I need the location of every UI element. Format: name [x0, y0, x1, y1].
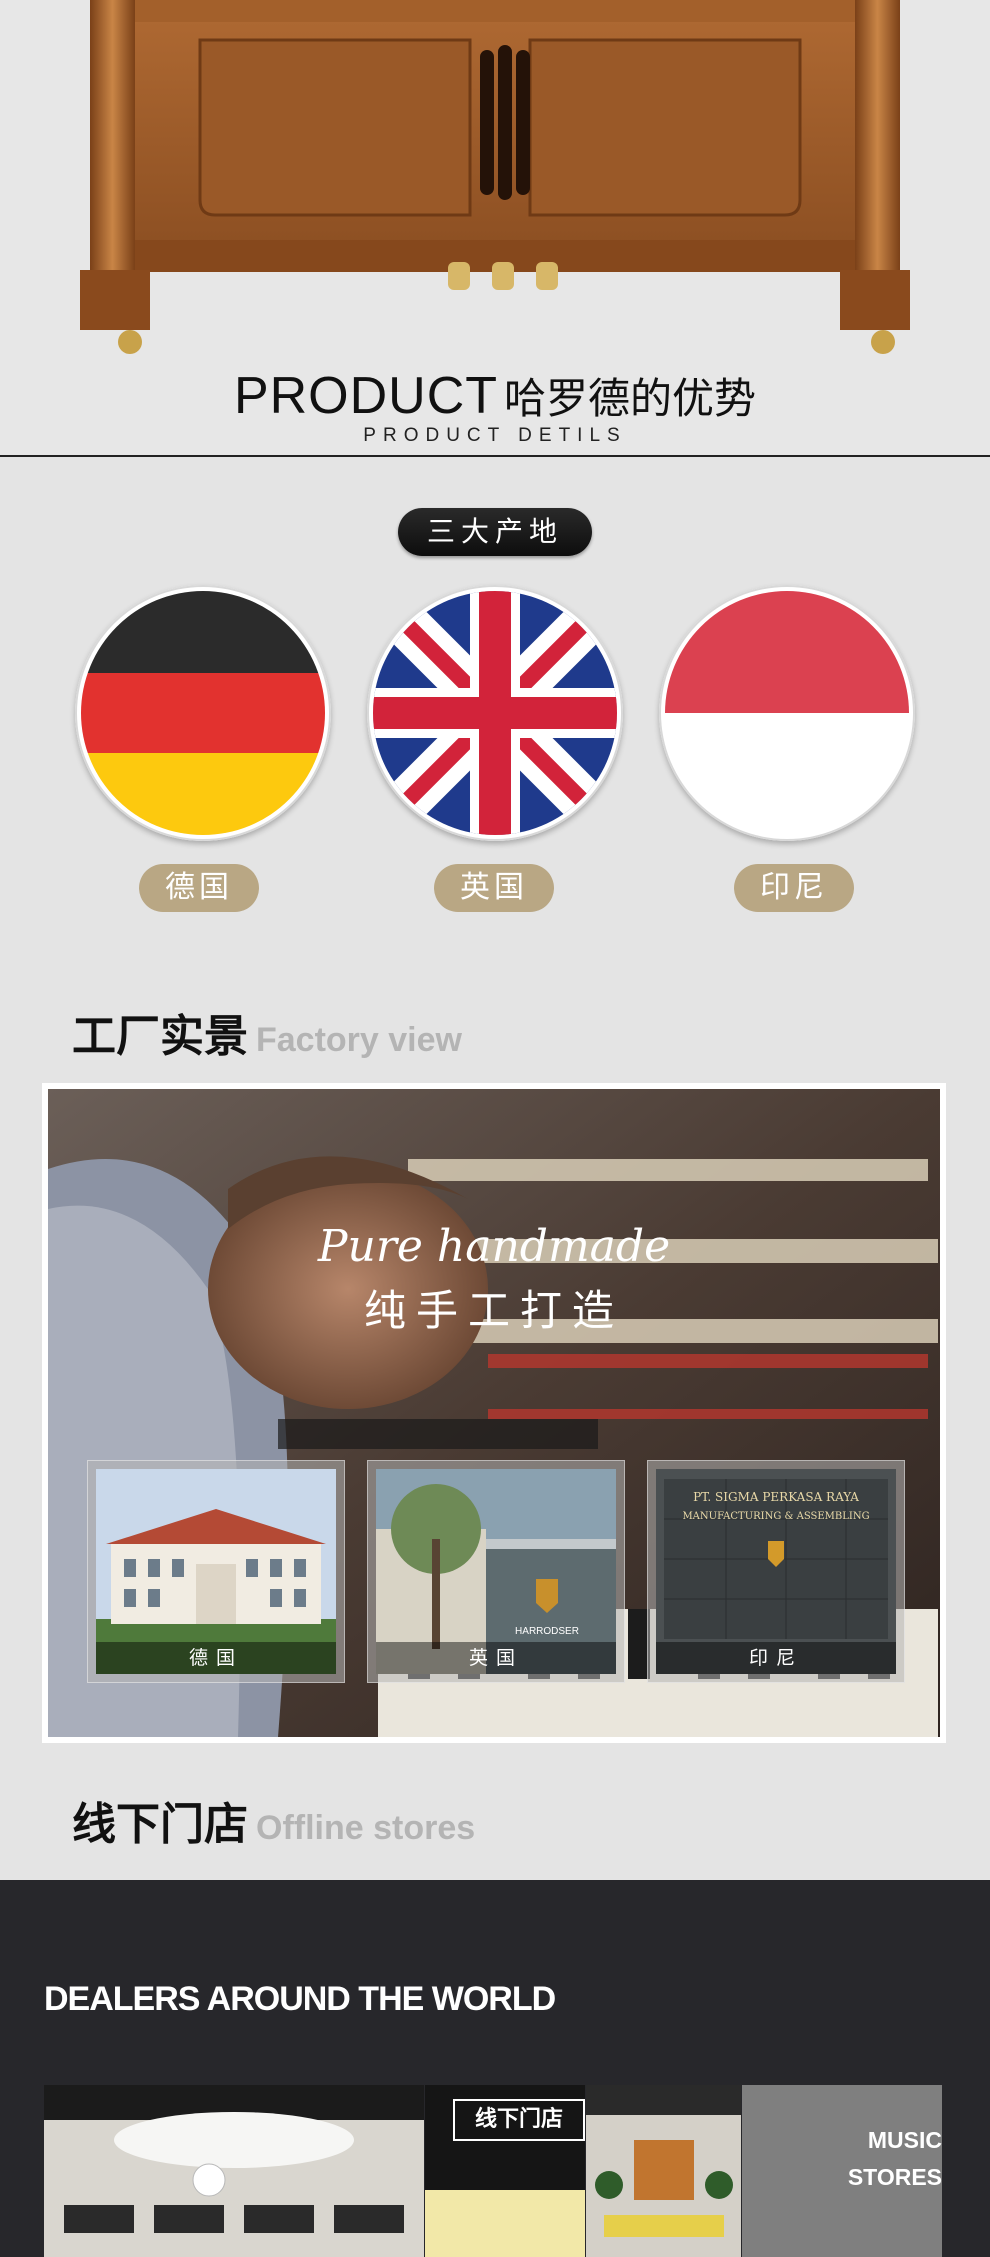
pure-handmade-cn: 纯手工打造: [363, 1286, 624, 1335]
origins-badge: 三大产地: [398, 508, 592, 556]
music-stores-line1: MUSIC: [867, 2127, 942, 2153]
product-title-en: PRODUCT: [233, 367, 499, 425]
product-title-cn: 哈罗德的优势: [504, 374, 757, 423]
piano-showcase: PRODUCT 哈罗德的优势 PRODUCT DETILS: [0, 0, 990, 457]
section-divider: [0, 455, 990, 457]
dealers-title: DEALERS AROUND THE WORLD: [44, 1980, 556, 2018]
germany-flag-icon: [75, 585, 331, 841]
indonesia-factory-thumb: PT. SIGMA PERKASA RAYA MANUFACTURING & A…: [647, 1460, 905, 1683]
factory-heading: 工厂实景 Factory view: [72, 1000, 462, 1064]
offline-stores-stamp: 线下门店: [453, 2099, 585, 2141]
stores-heading-en: Offline stores: [256, 1809, 476, 1847]
upright-piano-image: [80, 0, 910, 354]
factory-heading-en: Factory view: [256, 1021, 462, 1059]
thumb-label-germany: 德国: [96, 1642, 336, 1674]
country-label-uk: 英国: [434, 864, 554, 912]
factory-heading-cn: 工厂实景: [72, 1011, 248, 1062]
stores-heading: 线下门店 Offline stores: [72, 1788, 475, 1852]
dealers-section: DEALERS AROUND THE WORLD 线下门店 MUSIC STOR…: [0, 1880, 990, 2257]
country-label-indonesia: 印尼: [734, 864, 854, 912]
uk-factory-thumb: HARRODSER 英国: [367, 1460, 625, 1683]
indonesia-flag-icon: [659, 585, 915, 841]
indonesia-sign-line1: PT. SIGMA PERKASA RAYA: [693, 1490, 859, 1504]
factory-photo: Pure handmade 纯手工打造 德国 HARRODSER 英国 PT. …: [42, 1083, 946, 1743]
stores-heading-cn: 线下门店: [72, 1799, 248, 1850]
piano-craftsman-image: Pure handmade 纯手工打造 德国 HARRODSER 英国 PT. …: [48, 1089, 940, 1737]
indonesia-sign-line2: MANUFACTURING & ASSEMBLING: [682, 1511, 869, 1522]
country-label-germany: 德国: [139, 864, 259, 912]
music-stores-text: MUSIC STORES: [832, 2122, 942, 2196]
product-subtitle: PRODUCT DETILS: [363, 425, 627, 446]
music-stores-line2: STORES: [847, 2164, 942, 2190]
product-title: PRODUCT 哈罗德的优势: [0, 365, 990, 426]
uk-flag-icon: [367, 585, 623, 841]
thumb-label-uk: 英国: [376, 1642, 616, 1674]
germany-factory-thumb: 德国: [87, 1460, 345, 1683]
uk-sign-text: HARRODSER: [515, 1626, 579, 1637]
pure-handmade-script: Pure handmade: [317, 1221, 671, 1272]
thumb-label-indonesia: 印尼: [656, 1642, 896, 1674]
